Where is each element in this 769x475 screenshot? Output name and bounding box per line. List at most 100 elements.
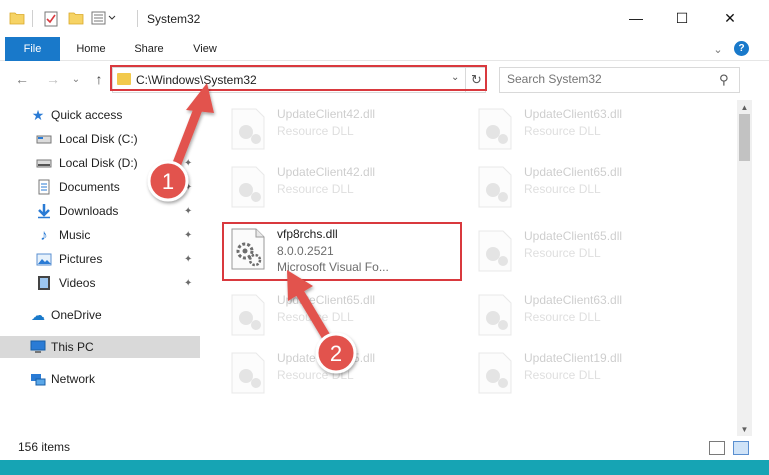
dll-file-icon	[478, 230, 512, 272]
sidebar-item-documents[interactable]: Documents ✦	[0, 176, 200, 198]
toolbar-separator	[32, 10, 33, 27]
file-name: UpdateClient42.dll	[277, 107, 376, 121]
sidebar-item-pictures[interactable]: Pictures ✦	[0, 248, 200, 270]
drive-icon	[36, 159, 52, 168]
details-view-icon[interactable]	[709, 441, 725, 455]
sidebar-item-label: Downloads	[59, 204, 119, 218]
sidebar-item-quick-access[interactable]: ★ Quick access	[0, 104, 200, 126]
scroll-up-icon[interactable]: ▲	[737, 100, 752, 115]
customize-toolbar-icon[interactable]	[91, 11, 121, 25]
new-folder-icon[interactable]	[68, 11, 84, 25]
file-item[interactable]: UpdateClient42.dll Resource DLL	[225, 160, 465, 216]
up-arrow-icon[interactable]: ↑	[90, 70, 108, 88]
window-title: System32	[147, 12, 201, 26]
recent-locations-icon[interactable]: ⌄	[70, 70, 82, 88]
file-name: UpdateClient65.dll	[277, 351, 376, 365]
file-type: Resource DLL	[277, 310, 354, 324]
file-item[interactable]: UpdateClient42.dll Resource DLL	[225, 102, 465, 158]
dll-file-icon	[478, 352, 512, 394]
file-name: UpdateClient65.dll	[524, 165, 623, 179]
file-name: UpdateClient19.dll	[524, 351, 623, 365]
properties-icon[interactable]	[44, 11, 58, 27]
pin-icon: ✦	[184, 181, 193, 193]
sidebar-item-label: Music	[59, 228, 91, 242]
file-type: Resource DLL	[524, 124, 601, 138]
tab-view[interactable]: View	[182, 37, 228, 61]
file-type: Resource DLL	[524, 182, 601, 196]
sidebar-item-local-disk-d[interactable]: Local Disk (D:) ✦	[0, 152, 200, 174]
tab-share[interactable]: Share	[126, 37, 172, 61]
sidebar-item-downloads[interactable]: Downloads ✦	[0, 200, 200, 222]
file-name: UpdateClient63.dll	[524, 107, 623, 121]
dll-file-icon	[231, 294, 265, 336]
sidebar-item-label: Pictures	[59, 252, 103, 266]
item-count: 156 items	[18, 440, 71, 454]
file-item[interactable]: UpdateClient65.dll Resource DLL	[472, 160, 712, 216]
pin-icon: ✦	[184, 133, 193, 145]
pin-icon: ✦	[184, 205, 193, 217]
file-item[interactable]: UpdateClient63.dll Resource DLL	[472, 102, 712, 158]
status-bar: 156 items	[0, 436, 769, 460]
file-item[interactable]: UpdateClient19.dll Resource DLL	[472, 346, 712, 402]
search-input[interactable]	[507, 72, 707, 86]
file-item[interactable]: UpdateClient65.dll Resource DLL	[225, 288, 465, 344]
file-type: Resource DLL	[524, 368, 601, 382]
large-icons-view-icon[interactable]	[733, 441, 749, 455]
videos-icon	[38, 276, 50, 290]
music-icon: ♪	[40, 226, 48, 244]
dll-file-icon	[478, 294, 512, 336]
sidebar-item-label: Documents	[59, 180, 120, 194]
navigation-pane: ★ Quick access Local Disk (C:) ✦ Local D…	[0, 100, 200, 440]
sidebar-item-onedrive[interactable]: ☁ OneDrive	[0, 304, 200, 326]
documents-icon	[38, 179, 50, 195]
file-item[interactable]: UpdateClient65.dll Resource DLL	[472, 224, 712, 280]
file-type: Resource DLL	[524, 246, 601, 260]
maximize-button[interactable]: ☐	[659, 0, 705, 36]
search-icon[interactable]: ⚲	[719, 72, 729, 88]
sidebar-item-this-pc[interactable]: This PC	[0, 336, 200, 358]
sidebar-item-videos[interactable]: Videos ✦	[0, 272, 200, 294]
back-arrow-icon[interactable]: ←	[13, 70, 31, 88]
file-name: UpdateClient65.dll	[277, 293, 376, 307]
cloud-icon: ☁	[31, 306, 45, 323]
sidebar-item-network[interactable]: Network	[0, 368, 200, 390]
sidebar-item-label: OneDrive	[51, 308, 102, 322]
tab-file[interactable]: File	[5, 37, 60, 61]
file-item[interactable]: UpdateClient63.dll Resource DLL	[472, 288, 712, 344]
ribbon-tabs: File Home Share View ⌄ ?	[0, 37, 769, 61]
minimize-button[interactable]: —	[613, 0, 659, 36]
scroll-down-icon[interactable]: ▼	[737, 422, 752, 437]
sidebar-item-label: Quick access	[51, 108, 123, 122]
sidebar-item-label: Network	[51, 372, 96, 386]
pin-icon: ✦	[184, 157, 193, 169]
scroll-thumb[interactable]	[739, 114, 750, 161]
sidebar-item-label: Videos	[59, 276, 96, 290]
file-name: UpdateClient63.dll	[524, 293, 623, 307]
vertical-scrollbar[interactable]: ▲ ▼	[737, 100, 752, 437]
sidebar-item-local-disk-c[interactable]: Local Disk (C:) ✦	[0, 128, 200, 150]
ribbon-collapse-button[interactable]: ⌄	[708, 37, 728, 61]
sidebar-item-label: Local Disk (D:)	[59, 156, 138, 170]
help-icon[interactable]: ?	[734, 41, 749, 56]
pin-icon: ✦	[184, 253, 193, 265]
forward-arrow-icon[interactable]: →	[44, 70, 62, 88]
file-type: Resource DLL	[277, 368, 354, 382]
sidebar-item-label: Local Disk (C:)	[59, 132, 138, 146]
file-name: UpdateClient65.dll	[524, 229, 623, 243]
file-name: UpdateClient42.dll	[277, 165, 376, 179]
star-icon: ★	[31, 106, 45, 123]
dll-file-icon	[231, 108, 265, 150]
sidebar-item-music[interactable]: ♪ Music ✦	[0, 224, 200, 246]
dll-file-icon	[478, 108, 512, 150]
close-button[interactable]: ✕	[707, 0, 753, 36]
pin-icon: ✦	[184, 277, 193, 289]
title-bar: System32 — ☐ ✕	[0, 0, 769, 37]
search-box[interactable]: ⚲	[499, 67, 740, 93]
taskbar-strip	[0, 460, 769, 475]
folder-icon	[9, 12, 25, 25]
file-item[interactable]: UpdateClient65.dll Resource DLL	[225, 346, 465, 402]
tab-home[interactable]: Home	[68, 37, 114, 61]
drive-icon	[36, 135, 52, 144]
address-highlight-box	[110, 65, 487, 91]
pictures-icon	[36, 253, 52, 266]
